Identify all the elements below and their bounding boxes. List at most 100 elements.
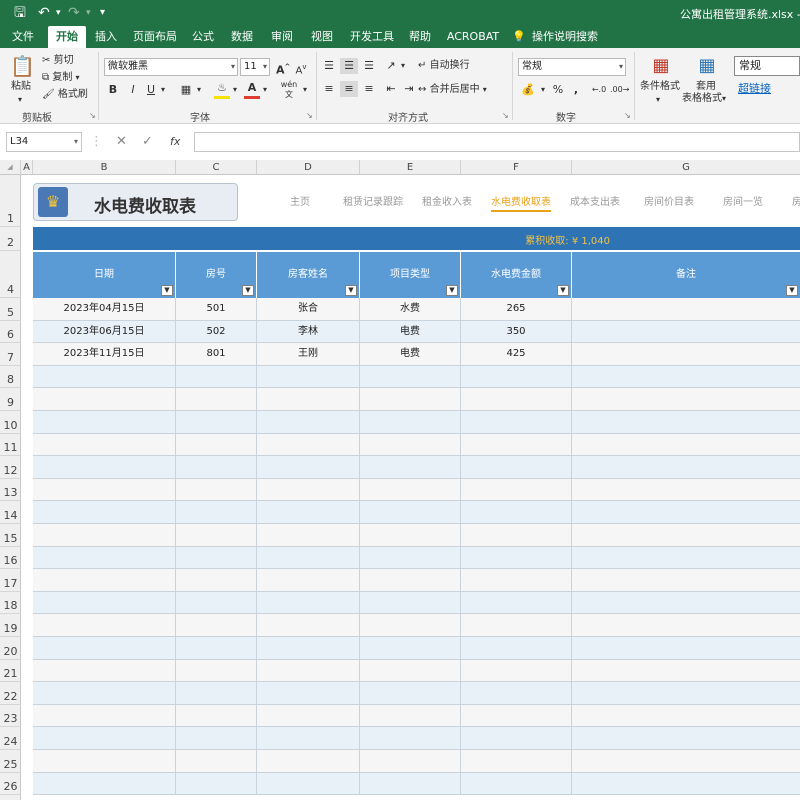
table-cell[interactable]: 2023年06月15日 [33, 320, 176, 343]
row-header[interactable]: 11 [0, 434, 21, 457]
increase-indent-icon[interactable]: ⇥ [400, 81, 418, 97]
table-cell[interactable] [257, 478, 360, 501]
table-cell[interactable] [33, 456, 176, 479]
table-cell[interactable] [461, 524, 572, 546]
table-cell[interactable] [176, 591, 257, 614]
table-cell[interactable] [360, 365, 461, 388]
table-cell[interactable] [360, 750, 461, 772]
tab-file[interactable]: 文件 [6, 26, 40, 48]
wrap-text-button[interactable]: ↵ 自动换行 [418, 59, 470, 73]
table-cell[interactable] [461, 637, 572, 659]
table-cell[interactable]: 2023年04月15日 [33, 298, 176, 320]
row-header[interactable]: 18 [0, 592, 21, 615]
table-cell[interactable] [360, 569, 461, 592]
row-header[interactable]: 7 [0, 343, 21, 366]
table-cell[interactable] [33, 727, 176, 750]
font-color-dropdown-icon[interactable]: ▾ [260, 82, 270, 98]
table-cell[interactable] [360, 524, 461, 546]
undo-icon[interactable]: ↶ [38, 4, 50, 22]
filter-dropdown-icon[interactable]: ▼ [345, 285, 357, 296]
table-cell[interactable] [33, 433, 176, 456]
number-format-select[interactable]: 常规 ▾ [518, 58, 626, 76]
cancel-icon[interactable]: ✕ [116, 132, 127, 152]
decrease-indent-icon[interactable]: ⇤ [382, 81, 400, 97]
table-cell[interactable] [33, 637, 176, 659]
format-as-table-dropdown-icon[interactable]: ▾ [722, 92, 726, 106]
filter-dropdown-icon[interactable]: ▼ [557, 285, 569, 296]
table-cell[interactable] [257, 388, 360, 411]
table-cell[interactable] [176, 682, 257, 705]
align-top-icon[interactable]: ☰ [320, 58, 338, 74]
table-cell[interactable] [257, 750, 360, 772]
table-cell[interactable] [257, 501, 360, 524]
filter-dropdown-icon[interactable]: ▼ [161, 285, 173, 296]
table-cell[interactable] [360, 659, 461, 682]
tab-developer[interactable]: 开发工具 [346, 26, 398, 48]
table-cell[interactable] [257, 569, 360, 592]
row-header[interactable]: 8 [0, 366, 21, 389]
row-header[interactable]: 1 [0, 175, 21, 227]
redo-dropdown-icon[interactable]: ▾ [86, 4, 91, 22]
row-header[interactable]: 22 [0, 682, 21, 705]
table-cell[interactable] [360, 388, 461, 411]
table-cell[interactable]: 电费 [360, 343, 461, 366]
table-cell[interactable] [461, 478, 572, 501]
align-bottom-icon[interactable]: ☰ [360, 58, 378, 74]
paste-button[interactable]: 粘贴 [11, 80, 31, 94]
table-cell[interactable] [572, 660, 800, 682]
tab-page-layout[interactable]: 页面布局 [130, 26, 180, 48]
phonetic-dropdown-icon[interactable]: ▾ [300, 82, 310, 98]
font-name-select[interactable]: 微软雅黑 ▾ [104, 58, 238, 76]
table-cell[interactable] [360, 772, 461, 795]
cell-style-hyperlink[interactable]: 超链接 [738, 80, 771, 96]
shrink-font-icon[interactable]: Av [294, 59, 308, 79]
row-header[interactable]: 2 [0, 227, 21, 251]
table-cell[interactable] [572, 727, 800, 749]
underline-dropdown-icon[interactable]: ▾ [158, 82, 168, 98]
nav-link-home[interactable]: 主页 [290, 193, 310, 208]
table-cell[interactable] [257, 524, 360, 546]
align-middle-icon[interactable]: ☰ [340, 58, 358, 74]
table-cell[interactable] [176, 727, 257, 750]
table-cell[interactable] [257, 637, 360, 659]
tab-view[interactable]: 视图 [306, 26, 338, 48]
column-header-a[interactable]: A [21, 160, 33, 175]
table-cell[interactable] [257, 772, 360, 795]
save-icon[interactable]: 🖫 [14, 4, 26, 22]
row-header[interactable]: 15 [0, 524, 21, 547]
cell-style-normal[interactable]: 常规 [734, 56, 800, 76]
decrease-decimal-icon[interactable]: .00→ [610, 82, 629, 98]
tab-data[interactable]: 数据 [226, 26, 258, 48]
nav-link-room-prices[interactable]: 房间价目表 [644, 193, 694, 208]
customize-toolbar-icon[interactable]: ▾ [100, 4, 105, 22]
table-cell[interactable] [572, 524, 800, 546]
table-cell[interactable] [257, 704, 360, 727]
increase-decimal-icon[interactable]: ←.0 [590, 82, 608, 98]
table-cell[interactable] [572, 456, 800, 478]
table-cell[interactable] [176, 433, 257, 456]
tab-help[interactable]: 帮助 [404, 26, 436, 48]
table-cell[interactable] [360, 411, 461, 433]
filter-dropdown-icon[interactable]: ▼ [242, 285, 254, 296]
comma-style-button[interactable]: , [568, 82, 584, 98]
row-header[interactable]: 21 [0, 660, 21, 683]
table-cell[interactable] [360, 591, 461, 614]
align-right-icon[interactable]: ≡ [360, 81, 378, 97]
tab-acrobat[interactable]: ACROBAT [444, 26, 502, 48]
tell-me-search[interactable]: 操作说明搜索 [532, 26, 598, 48]
italic-button[interactable]: I [126, 82, 140, 98]
table-cell[interactable] [33, 501, 176, 524]
table-cell[interactable] [360, 727, 461, 750]
table-cell[interactable] [176, 637, 257, 659]
table-cell[interactable] [257, 727, 360, 750]
align-center-icon[interactable]: ≡ [340, 81, 358, 97]
cut-button[interactable]: ✂ 剪切 [42, 54, 74, 68]
table-cell[interactable] [572, 547, 800, 569]
nav-link-cost-expense[interactable]: 成本支出表 [570, 193, 620, 208]
table-cell[interactable] [33, 569, 176, 592]
number-launcher-icon[interactable]: ↘ [624, 111, 631, 120]
nav-link-room-overview[interactable]: 房间一览 [723, 193, 763, 208]
table-cell[interactable] [461, 704, 572, 727]
table-cell[interactable] [461, 682, 572, 705]
table-cell[interactable] [257, 433, 360, 456]
